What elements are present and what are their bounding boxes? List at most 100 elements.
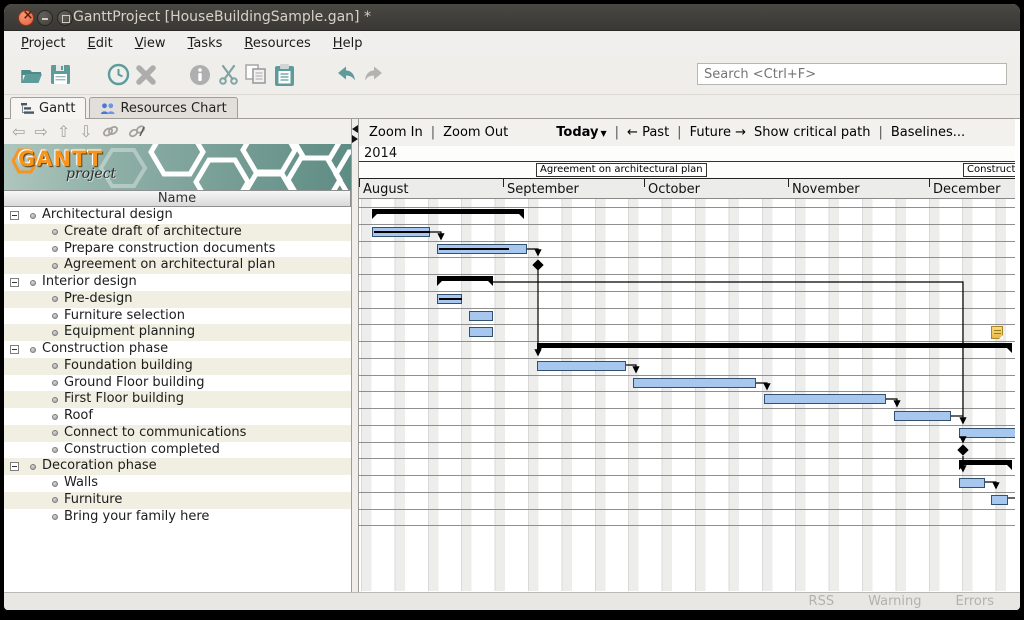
name-column-header[interactable]: Name [4,190,351,207]
month-label: December [933,182,1000,197]
task-row[interactable]: Decoration phase [4,458,351,475]
task-bullet-icon [52,246,58,252]
minimize-button[interactable] [37,10,53,26]
search-input[interactable] [697,63,1007,85]
copy-button[interactable] [243,62,269,88]
task-bullet-icon [30,347,36,353]
task-bullet-icon [52,397,58,403]
collapse-toggle-icon[interactable] [10,211,19,220]
gantt-chart-panel: Zoom In|Zoom OutToday▼|← Past|Future →Sh… [358,119,1015,592]
today-button[interactable]: Today▼ [556,125,606,140]
titlebar[interactable]: GanttProject [HouseBuildingSample.gan] * [4,4,1020,31]
ganttproject-logo: GANTT project [4,144,351,190]
timeline-year: 2014 [359,146,1015,162]
delete-task-button[interactable] [133,62,159,88]
task-row[interactable]: Pre-design [4,291,351,308]
task-row[interactable]: Construction phase [4,341,351,358]
month-tick [503,179,504,187]
task-row[interactable]: Construction completed [4,442,351,459]
past-button[interactable]: ← Past [627,125,669,140]
resources-icon [100,103,115,114]
task-row[interactable]: Bring your family here [4,509,351,526]
move-down-icon[interactable]: ⇩ [79,124,92,140]
task-row[interactable]: Ground Floor building [4,375,351,392]
task-note-icon[interactable] [991,326,1003,339]
task-row[interactable]: Furniture [4,492,351,509]
properties-button[interactable] [187,62,213,88]
chart-toolbar: Zoom In|Zoom OutToday▼|← Past|Future →Sh… [359,119,1015,146]
status-rss-button[interactable]: RSS [809,594,835,609]
task-list: Architectural designCreate draft of arch… [4,207,351,525]
task-bullet-icon [52,497,58,503]
close-button[interactable] [18,10,34,26]
paste-button[interactable] [271,62,297,88]
task-bullet-icon [52,481,58,487]
save-project-button[interactable] [47,62,73,88]
menu-project[interactable]: Project [10,34,77,53]
menu-help[interactable]: Help [322,34,374,53]
redo-button[interactable] [361,62,387,88]
undo-button[interactable] [333,62,359,88]
task-row[interactable]: Equipment planning [4,324,351,341]
task-bullet-icon [52,363,58,369]
move-up-icon[interactable]: ⇧ [57,124,70,140]
task-row[interactable]: Architectural design [4,207,351,224]
task-bullet-icon [52,414,58,420]
future-button[interactable]: Future → [690,125,746,140]
task-bullet-icon [30,280,36,286]
status-warning-button[interactable]: Warning [868,594,921,609]
task-row[interactable]: Connect to communications [4,425,351,442]
task-row[interactable]: Walls [4,475,351,492]
open-folder-icon [20,64,44,86]
unlink-tasks-icon[interactable] [128,125,146,138]
task-name: Walls [64,475,98,492]
collapse-toggle-icon[interactable] [10,462,19,471]
task-row[interactable]: Agreement on architectural plan [4,257,351,274]
today-dropdown-icon[interactable]: ▼ [601,129,607,138]
separator: | [615,125,619,140]
month-label: September [507,182,579,197]
task-row[interactable]: Roof [4,408,351,425]
status-errors-button[interactable]: Errors [956,594,994,609]
collapse-toggle-icon[interactable] [10,278,19,287]
maximize-button[interactable] [57,10,73,26]
menu-edit[interactable]: Edit [77,34,124,53]
tab-resources-chart[interactable]: Resources Chart [89,97,237,118]
dependency-links [359,199,1015,591]
paste-icon [273,63,296,87]
task-name: Decoration phase [42,458,157,475]
cut-button[interactable] [215,62,241,88]
collapse-toggle-icon[interactable] [10,345,19,354]
task-bullet-icon [52,296,58,302]
menu-tasks[interactable]: Tasks [177,34,234,53]
show-critical-path-button[interactable]: Show critical path [754,125,870,140]
indent-right-icon[interactable]: ⇨ [34,124,47,140]
task-properties-button[interactable] [105,62,131,88]
task-name: Pre-design [64,291,133,308]
tab-gantt-label: Gantt [39,101,75,116]
task-name: Furniture [64,492,122,509]
zoom-out-button[interactable]: Zoom Out [443,125,508,140]
milestone-timeline-label: Agreement on architectural plan [536,163,707,177]
open-project-button[interactable] [19,62,45,88]
task-row[interactable]: Create draft of architecture [4,224,351,241]
task-bullet-icon [30,464,36,470]
task-name: Create draft of architecture [64,224,242,241]
task-name: Agreement on architectural plan [64,257,275,274]
task-row[interactable]: First Floor building [4,391,351,408]
task-row[interactable]: Interior design [4,274,351,291]
menu-view[interactable]: View [124,34,177,53]
task-row[interactable]: Prepare construction documents [4,241,351,258]
baselines-button[interactable]: Baselines... [891,125,965,140]
indent-left-icon[interactable]: ⇦ [12,124,25,140]
zoom-in-button[interactable]: Zoom In [369,125,423,140]
link-tasks-icon[interactable] [102,125,119,138]
logo-project-text: project [66,166,116,182]
month-tick [788,179,789,187]
task-row[interactable]: Furniture selection [4,308,351,325]
task-name: Interior design [42,274,137,291]
tab-gantt[interactable]: Gantt [10,97,86,119]
menu-resources[interactable]: Resources [233,34,321,53]
task-row[interactable]: Foundation building [4,358,351,375]
delete-x-icon [134,63,158,87]
